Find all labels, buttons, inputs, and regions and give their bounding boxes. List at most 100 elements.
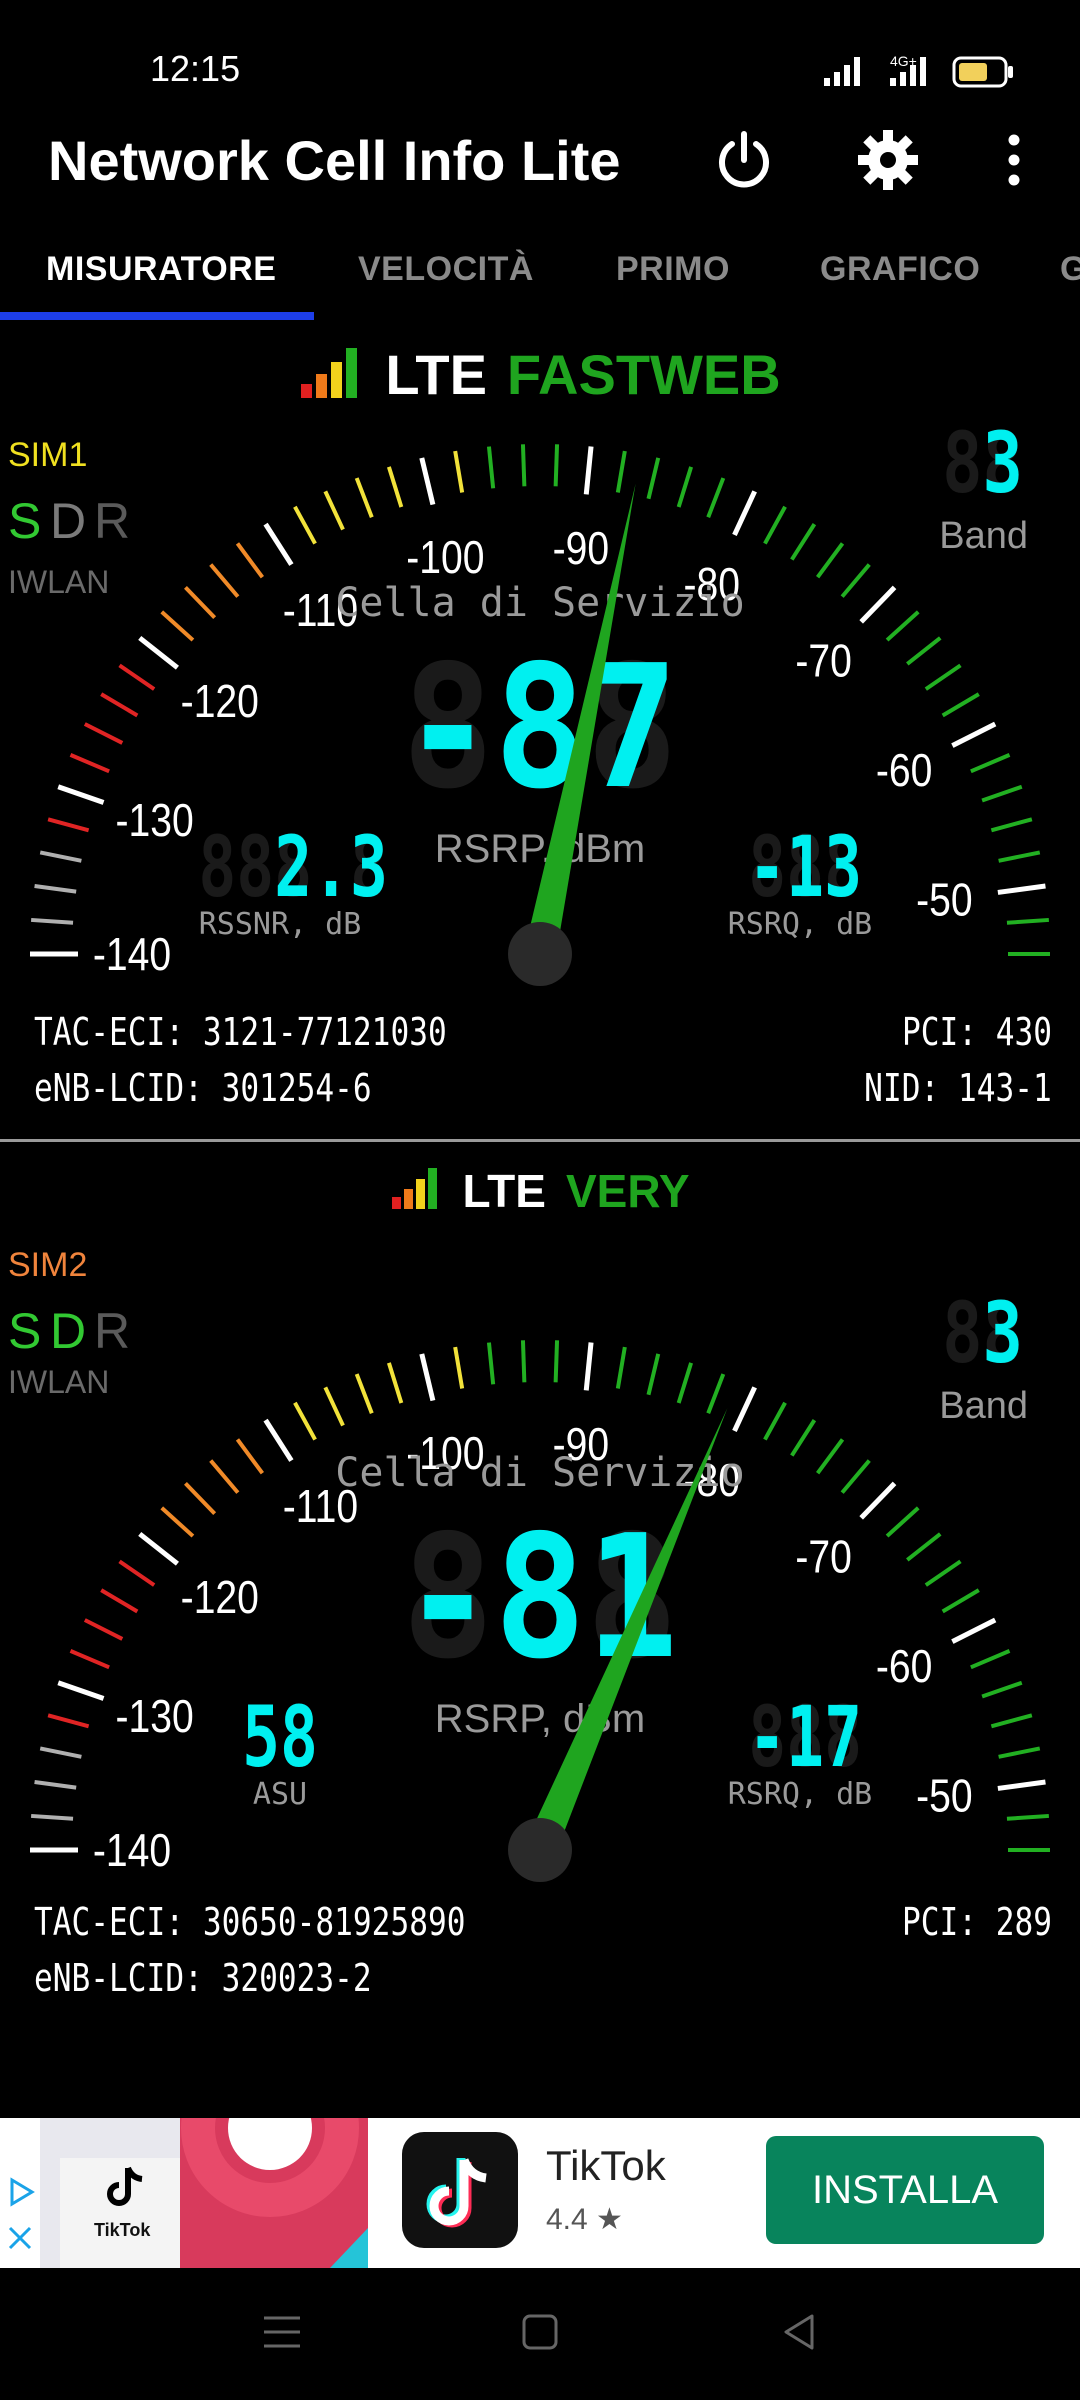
sim2-gauge: -140-130-120-110-100 -90-80-70-60-50 88 3…	[30, 1284, 1050, 1882]
sim1-gauge-tick	[486, 446, 496, 489]
sim2-gauge-tick	[553, 1340, 560, 1383]
sim1-gauge-tick	[815, 542, 845, 579]
app-title: Network Cell Info Lite	[48, 129, 621, 192]
sim2-header: LTE VERY	[0, 1164, 1080, 1218]
tab-velocita[interactable]: VELOCITÀ	[358, 250, 534, 289]
tab-misuratore[interactable]: MISURATORE	[46, 250, 276, 289]
ad-banner[interactable]: TikTok TikTok 4.4 ★ INSTALLA	[0, 2118, 1080, 2268]
sim1-gauge-tick	[100, 692, 139, 718]
sim2-gauge-tick	[906, 1532, 942, 1562]
tab-more[interactable]: G	[1060, 250, 1080, 289]
sim2-signal-bars-icon	[392, 1168, 438, 1209]
ad-thumbnail[interactable]: TikTok	[40, 2118, 368, 2268]
sim1-scale-label: -70	[795, 636, 852, 688]
sim1-scale-label: -120	[181, 676, 259, 728]
sim1-gauge-tick	[235, 542, 265, 579]
tab-grafico[interactable]: GRAFICO	[820, 250, 980, 289]
sim1-gauge-tick	[386, 466, 404, 508]
battery-icon	[952, 56, 1013, 88]
sim1-gauge-tick	[47, 817, 90, 833]
sim2-gauge-tick	[840, 1459, 871, 1494]
menu-icon[interactable]	[262, 2312, 302, 2352]
tiktok-app-icon[interactable]	[402, 2132, 518, 2248]
sim1-gauge-tick	[763, 505, 787, 545]
sim1-band-lcd: 88 3	[942, 414, 1023, 512]
ad-title: TikTok	[546, 2142, 666, 2189]
sim2-gauge-tick	[885, 1506, 920, 1538]
sim1-gauge-tick	[209, 563, 240, 598]
sim2-scale-label: -140	[93, 1825, 171, 1877]
sim2-gauge-tick	[209, 1459, 240, 1494]
sim1-gauge-tick	[69, 753, 110, 774]
sim2-gauge-tick	[924, 1559, 962, 1587]
power-icon[interactable]	[712, 128, 776, 192]
sim2-gauge-tick	[293, 1401, 317, 1441]
sim1-gauge-tick	[118, 663, 156, 691]
install-button[interactable]: INSTALLA	[766, 2136, 1044, 2244]
status-icons: 4G+	[824, 53, 1013, 88]
sim1-gauge-tick	[706, 477, 726, 518]
gear-icon[interactable]	[856, 128, 920, 192]
home-icon[interactable]	[520, 2312, 560, 2352]
clock: 12:15	[150, 48, 241, 89]
sim1-scale-label: -130	[115, 795, 193, 847]
sim2-tac-eci: TAC-ECI: 30650-81925890	[34, 1900, 466, 1944]
sim2-gauge-tick	[951, 1617, 997, 1644]
sim2-gauge-tick	[57, 1680, 105, 1701]
sim1-serving-label: Cella di Servizio	[335, 580, 744, 626]
sim2-gauge-tick	[486, 1342, 496, 1385]
ad-thumbnail-art	[60, 2118, 368, 2268]
sim1-gauge-tick	[859, 585, 897, 624]
sim2-gauge-tick	[47, 1713, 90, 1729]
sim2-gauge-tick	[83, 1618, 124, 1641]
sim2-gauge-tick	[100, 1588, 139, 1614]
sim1-gauge: -140-130-120-110-100 -90-80-70-60-50 88 3…	[30, 414, 1050, 986]
sim2-gauge-tick	[998, 1746, 1041, 1759]
sim2-band-label: Band	[939, 1385, 1028, 1427]
sim2-technology: LTE	[462, 1165, 546, 1217]
sim1-gauge-tick	[34, 884, 77, 894]
sim1-gauge-tick	[354, 477, 374, 518]
tab-bar: MISURATORE VELOCITÀ PRIMO GRAFICO G	[0, 230, 1080, 322]
sim2-gauge-tick	[69, 1649, 110, 1670]
sim2-gauge-tick	[34, 1780, 77, 1790]
sim2-rsrp-value: -81	[402, 1499, 678, 1697]
sim1-scale-label: -100	[406, 532, 484, 584]
ad-thumbnail-label: TikTok	[94, 2220, 151, 2240]
tab-primo[interactable]: PRIMO	[616, 250, 730, 289]
sim1-gauge-tick	[184, 586, 217, 619]
more-vert-icon[interactable]	[984, 128, 1044, 192]
sim2-band-value: 3	[983, 1284, 1023, 1382]
sim2-needle-hub	[508, 1818, 572, 1882]
close-icon[interactable]	[8, 2226, 32, 2250]
sim2-gauge-tick	[419, 1353, 436, 1402]
sim1-gauge-tick	[790, 523, 817, 561]
sim2-gauge-tick	[354, 1373, 374, 1414]
sim1-panel: LTE FASTWEB SIM1 S D R IWLAN -140 -130 -120…	[0, 322, 1080, 1138]
sim1-gauge-tick	[906, 636, 942, 666]
sim1-gauge-tick	[419, 457, 436, 506]
sim1-scale-label: -90	[553, 523, 610, 575]
sim2-gauge-tick	[520, 1340, 527, 1383]
ad-choices-icon	[10, 2177, 35, 2207]
sim1-gauge-tick	[981, 784, 1023, 803]
sim2-gauge-tick	[990, 1713, 1033, 1729]
sim2-gauge-tick	[615, 1346, 627, 1389]
sim1-gauge-tick	[553, 444, 560, 487]
sim1-rsrq-value: -13	[748, 818, 862, 916]
sim2-enb-lcid: eNB-LCID: 320023-2	[34, 1956, 372, 2000]
sim2-gauge-tick	[1006, 1813, 1049, 1821]
sim1-rsrp-value: -87	[402, 629, 678, 827]
sim1-gauge-tick	[924, 663, 962, 691]
ad-choices[interactable]	[0, 2118, 40, 2268]
sim1-band-label: Band	[939, 515, 1028, 557]
sim2-gauge-tick	[583, 1342, 594, 1391]
sim1-gauge-tick	[293, 505, 317, 545]
back-icon[interactable]	[780, 2312, 820, 2352]
sim2-scale-label: -50	[916, 1771, 973, 1823]
sim1-gauge-tick	[453, 450, 465, 493]
sim1-gauge-tick	[160, 610, 195, 642]
sim2-rsrq-value: -17	[748, 1688, 862, 1786]
sim1-rsrq-label: RSRQ, dB	[728, 907, 873, 942]
sim2-rsrq-label: RSRQ, dB	[728, 1777, 873, 1812]
